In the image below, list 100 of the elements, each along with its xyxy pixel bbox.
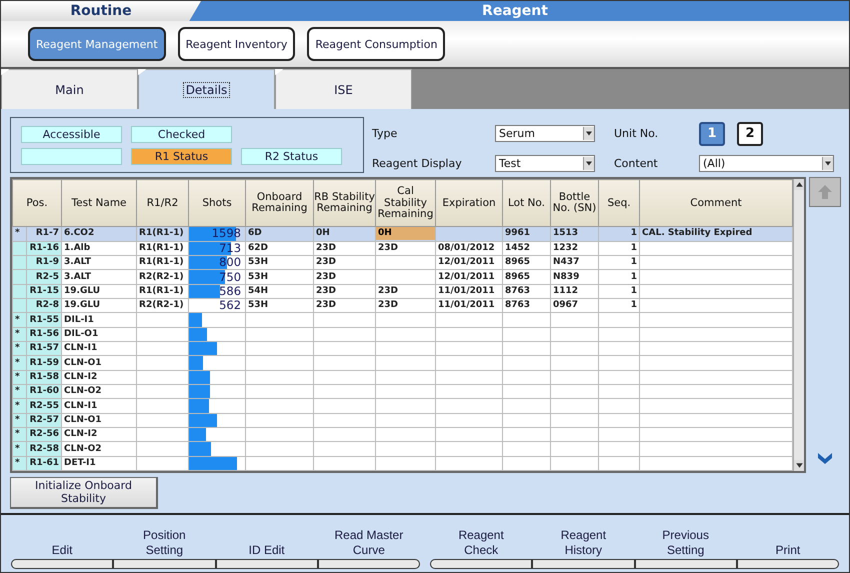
position-text: R1-56	[30, 328, 60, 339]
table-cell-text: 6.CO2	[64, 228, 94, 238]
table-cell-text: 8965	[505, 257, 530, 268]
table-cell-text: 19.GLU	[64, 300, 100, 310]
position-text: R2-8	[36, 300, 60, 310]
display-dropdown[interactable]: Test	[495, 154, 595, 172]
table-cell-text: 1	[630, 257, 638, 268]
table-cell-text: 9961	[505, 228, 530, 238]
shots-value: 562	[218, 300, 242, 312]
table-cell-text: 62D	[248, 242, 268, 253]
function-button[interactable]: Edit	[11, 518, 114, 569]
table-cell-text: 1.Alb	[64, 242, 90, 253]
table-cell-text: 23D	[377, 300, 400, 312]
table-cell-text: CLN-I2	[64, 372, 98, 382]
legend-swatch: R1 Status	[131, 148, 232, 165]
column-header: Test Name	[62, 180, 137, 227]
table-cell-text: R1(R1-1)	[139, 242, 184, 253]
table-cell-text: R2(R2-1)	[139, 300, 184, 310]
table-cell-text: 8763	[505, 286, 530, 296]
table-cell-text: DIL-O1	[64, 328, 98, 339]
function-button[interactable]: Reagent Check	[430, 518, 532, 569]
table-row[interactable]: * R1-60 CLN-O2	[12, 384, 793, 399]
shots-value: 586	[218, 285, 242, 298]
tab[interactable]: ISE	[275, 69, 412, 110]
column-header: Pos.	[12, 180, 62, 227]
table-cell-text: R1(R1-1)	[139, 228, 184, 238]
table-row[interactable]: * R1-59 CLN-O1	[12, 356, 793, 370]
tab[interactable]: Main	[1, 69, 138, 110]
position-text: R1-60	[30, 386, 60, 396]
table-cell-text: 1	[630, 286, 638, 296]
table-cell-text: 3.ALT	[64, 257, 92, 268]
table-cell-text: DIL-I1	[64, 314, 94, 325]
position-text: R2-56	[30, 429, 60, 440]
table-cell-text: 12/01/2011	[438, 272, 495, 282]
table-cell-text: 23D	[377, 285, 400, 298]
flag-mark: *	[15, 444, 20, 454]
table-cell-text: CLN-O2	[64, 386, 102, 396]
type-dropdown[interactable]: Serum	[495, 125, 595, 142]
table-row[interactable]: R2-8 19.GLU R2(R2-1) 562 53H 23D 23D 11/01/2011 8763 0967 1	[12, 298, 793, 313]
column-header: Onboard Remaining	[246, 180, 314, 227]
section-tab[interactable]: Routine	[1, 1, 201, 22]
table-cell-text: 1	[630, 242, 638, 253]
table-cell-text: 1452	[505, 242, 530, 253]
unit-button[interactable]: 2	[737, 122, 763, 146]
table-cell-text: CLN-I1	[64, 343, 98, 354]
position-text: R1-55	[30, 314, 60, 325]
column-header: Cal Stability Remaining	[376, 180, 436, 227]
table-cell-text: 23D	[316, 300, 336, 310]
column-header: RB Stability Remaining	[314, 180, 376, 227]
table-row[interactable]: * R2-55 CLN-I1	[12, 398, 793, 414]
legend-swatch: R2 Status	[241, 148, 342, 165]
table-row[interactable]: * R2-58 CLN-O2	[12, 442, 793, 456]
position-text: R1-58	[30, 372, 60, 382]
position-text: R2-55	[30, 400, 60, 411]
table-cell-text: 11/01/2011	[438, 286, 495, 296]
position-text: R2-57	[30, 414, 60, 425]
table-cell-text: N839	[553, 272, 580, 282]
table-cell-text: 3.ALT	[64, 272, 92, 282]
mode-button[interactable]: Reagent Consumption	[307, 27, 446, 62]
table-row[interactable]: * R1-58 CLN-I2	[12, 370, 793, 385]
flag-mark: *	[15, 458, 20, 468]
tab[interactable]: Details	[138, 69, 275, 110]
table-cell-text: R1(R1-1)	[139, 286, 184, 296]
flag-mark: *	[15, 343, 20, 354]
position-text: R1-9	[36, 257, 60, 268]
table-cell-text: 23D	[316, 242, 336, 253]
function-button[interactable]: Print	[736, 518, 839, 569]
table-cell-text: DET-I1	[64, 458, 96, 468]
table-row[interactable]: R1-15 19.GLU R1(R1-1) 586 54H 23D 23D 11/01/2011 8763 1112 1	[12, 284, 793, 299]
position-text: R1-16	[30, 242, 60, 253]
table-cell-text: CLN-O1	[64, 414, 102, 425]
position-text: R1-59	[30, 358, 60, 368]
table-cell-text: CLN-O2	[64, 444, 102, 454]
table-cell-text: 1	[630, 300, 638, 310]
flag-mark: *	[15, 429, 20, 440]
content-dropdown[interactable]: (All)	[699, 154, 834, 172]
position-text: R2-5	[36, 272, 60, 282]
flag-mark: *	[15, 414, 20, 425]
table-row[interactable]: * R2-56 CLN-I2	[12, 428, 793, 442]
flag-mark: *	[15, 228, 20, 238]
position-text: R2-58	[30, 444, 60, 454]
table-cell-text: 0H	[316, 228, 330, 238]
table-cell-text: 23D	[316, 286, 336, 296]
function-button[interactable]: Read Master Curve	[318, 518, 420, 569]
function-button[interactable]: Previous Setting	[634, 518, 737, 569]
table-row[interactable]: * R1-61 DET-I1	[12, 456, 793, 471]
table-row[interactable]: * R1-55 DIL-I1	[12, 312, 793, 328]
table-cell-text: 23D	[377, 242, 400, 254]
function-button[interactable]: ID Edit	[216, 518, 318, 569]
function-button[interactable]: Position Setting	[113, 518, 216, 569]
mode-button[interactable]: Reagent Inventory	[178, 27, 296, 62]
type-label: Type	[372, 127, 398, 140]
function-button[interactable]: Reagent History	[532, 518, 634, 569]
table-row[interactable]: * R2-57 CLN-O1	[12, 413, 793, 428]
column-header: Shots	[188, 180, 246, 227]
table-cell-text: CLN-O1	[64, 358, 102, 368]
table-row[interactable]: * R1-57 CLN-I1	[12, 342, 793, 356]
table-row[interactable]: * R1-56 DIL-O1	[12, 327, 793, 342]
initialize-button[interactable]: Initialize Onboard Stability	[10, 477, 158, 510]
table-cell-text: 1112	[553, 286, 578, 296]
